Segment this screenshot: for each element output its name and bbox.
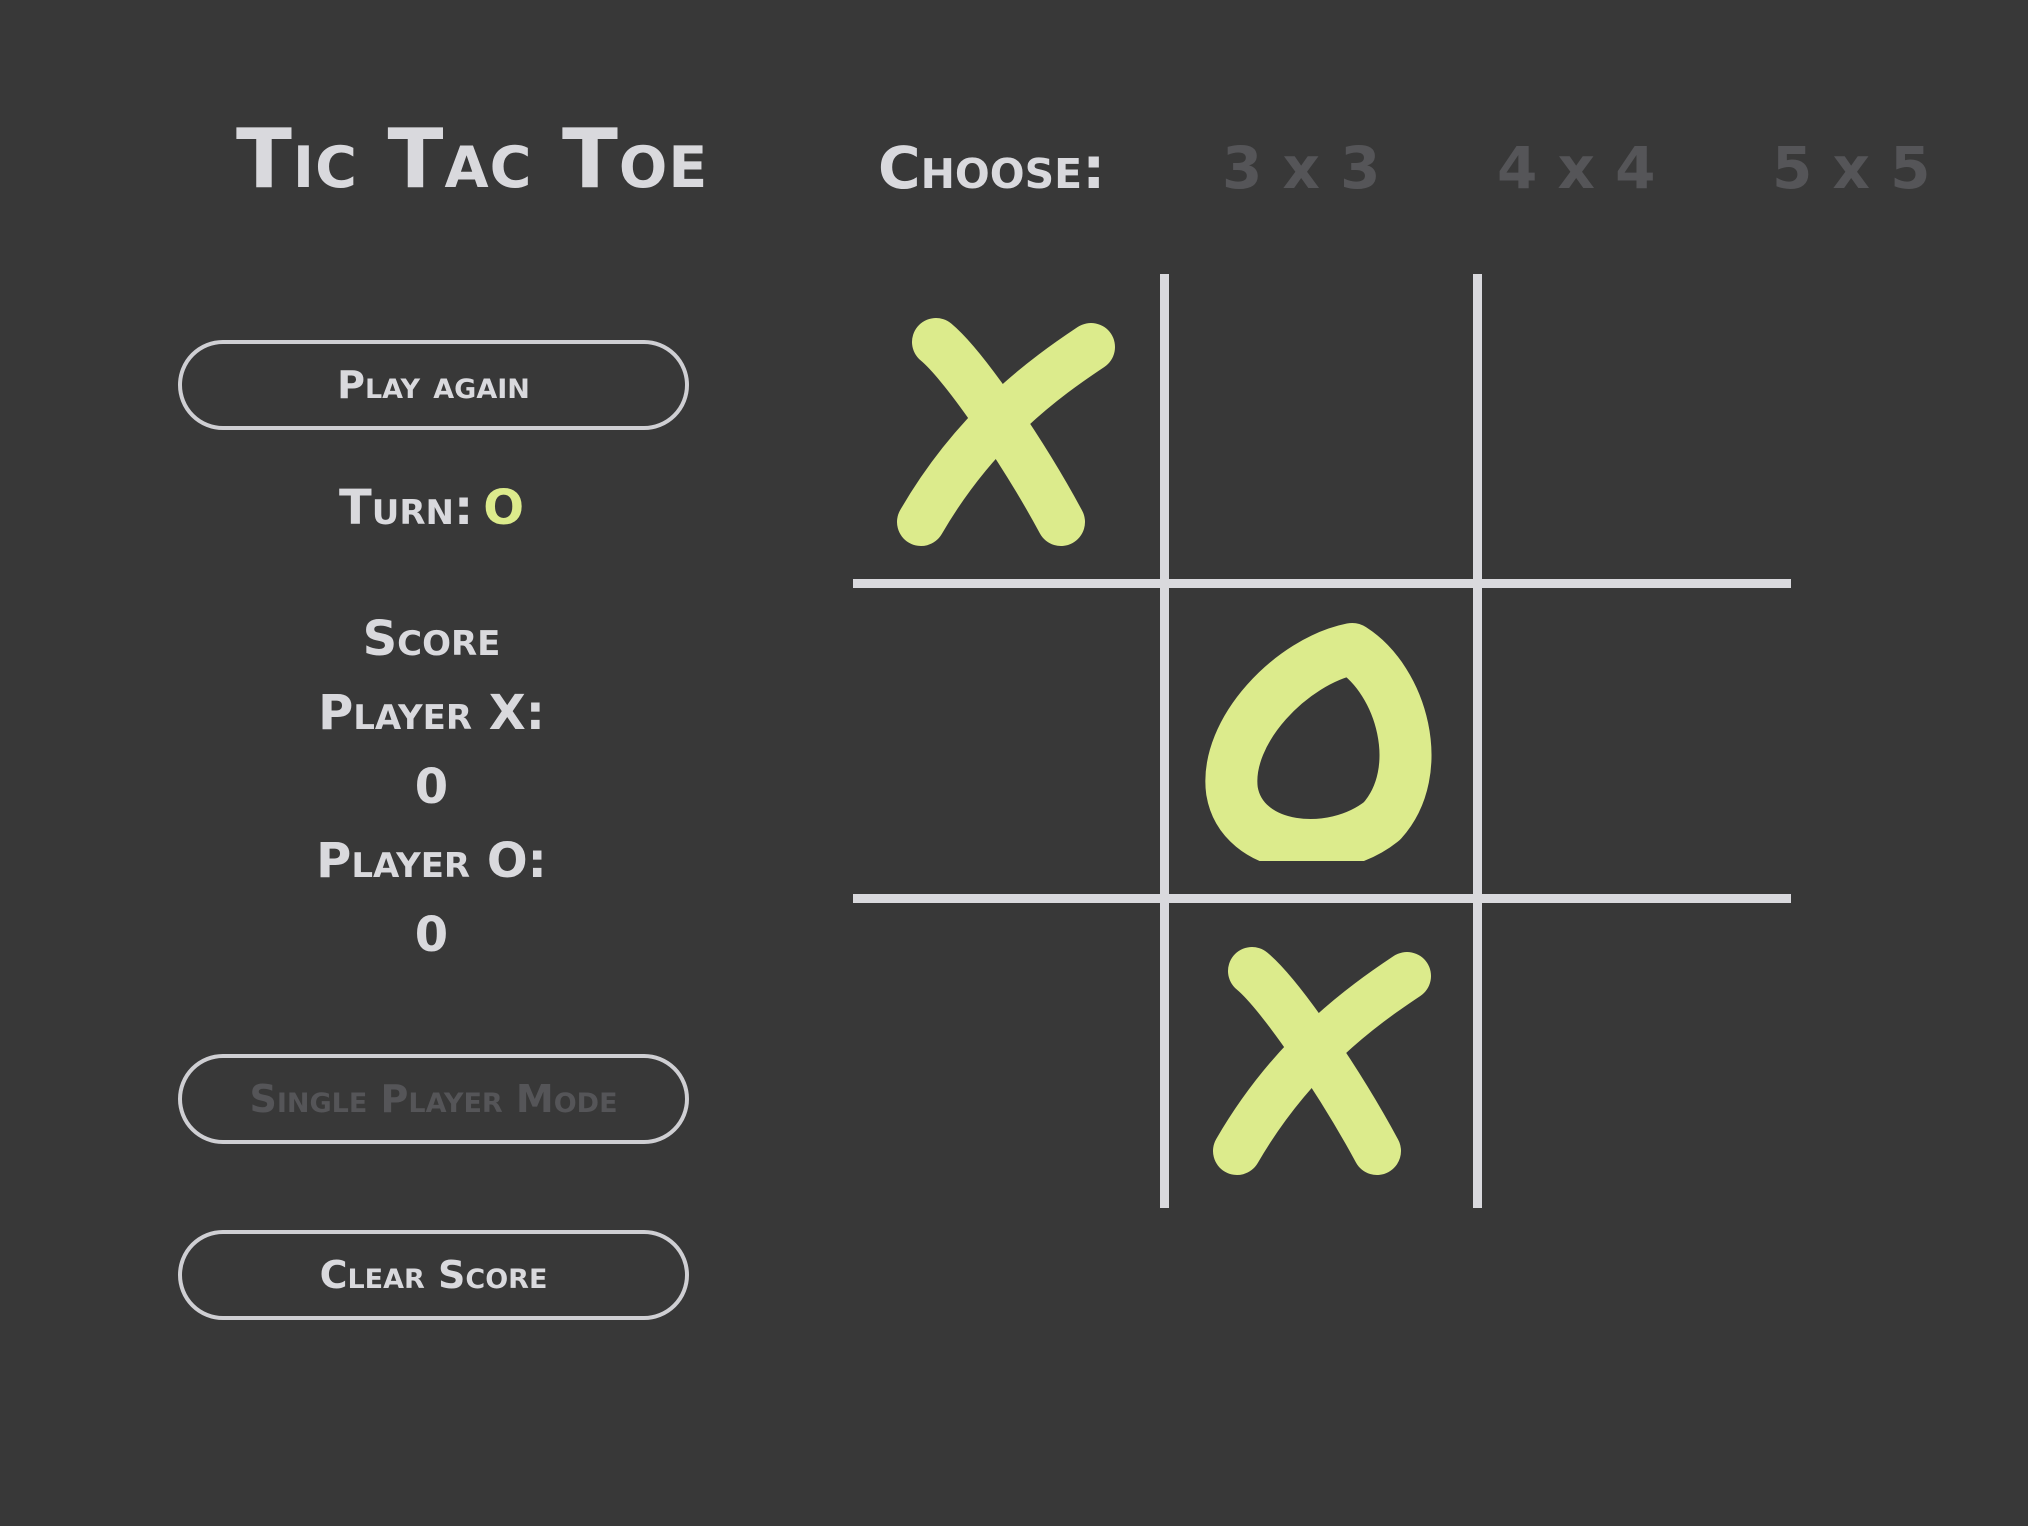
score-title: Score <box>362 611 501 667</box>
board-cell-1-0[interactable] <box>853 588 1159 894</box>
turn-label: Turn: <box>339 480 474 536</box>
turn-value: O <box>483 480 524 536</box>
page-title: Tic Tac Toe <box>236 112 709 207</box>
x-mark-icon <box>897 318 1115 546</box>
game-board <box>853 274 1791 1208</box>
board-cell-0-2[interactable] <box>1482 274 1788 580</box>
single-player-mode-button[interactable]: Single Player Mode <box>178 1054 689 1144</box>
board-cell-1-1[interactable] <box>1169 588 1475 894</box>
board-cell-0-1[interactable] <box>1169 274 1475 580</box>
board-cell-2-0[interactable] <box>853 903 1159 1209</box>
grid-line-vertical-1 <box>1160 274 1169 1208</box>
board-cell-2-1[interactable] <box>1169 903 1475 1209</box>
board-size-label: Choose: <box>878 134 1106 202</box>
player-x-score: 0 <box>414 759 449 815</box>
turn-indicator: Turn: O <box>178 480 685 536</box>
play-again-button[interactable]: Play again <box>178 340 689 430</box>
o-mark-icon <box>1205 623 1432 861</box>
player-o-score: 0 <box>414 907 449 963</box>
grid-line-horizontal-2 <box>853 894 1791 903</box>
player-x-label: Player X: <box>318 685 545 741</box>
clear-score-button[interactable]: Clear Score <box>178 1230 689 1320</box>
size-option-5x5[interactable]: 5 x 5 <box>1772 134 1931 202</box>
scoreboard: Score Player X: 0 Player O: 0 <box>178 602 685 972</box>
player-o-label: Player O: <box>316 833 547 889</box>
x-mark-icon <box>1213 947 1431 1175</box>
grid-line-horizontal-1 <box>853 579 1791 588</box>
board-cell-1-2[interactable] <box>1482 588 1788 894</box>
size-option-3x3[interactable]: 3 x 3 <box>1222 134 1381 202</box>
game-page: Tic Tac Toe Choose: 3 x 3 4 x 4 5 x 5 Pl… <box>0 0 2028 1526</box>
size-option-4x4[interactable]: 4 x 4 <box>1497 134 1656 202</box>
board-cell-0-0[interactable] <box>853 274 1159 580</box>
board-cell-2-2[interactable] <box>1482 903 1788 1209</box>
